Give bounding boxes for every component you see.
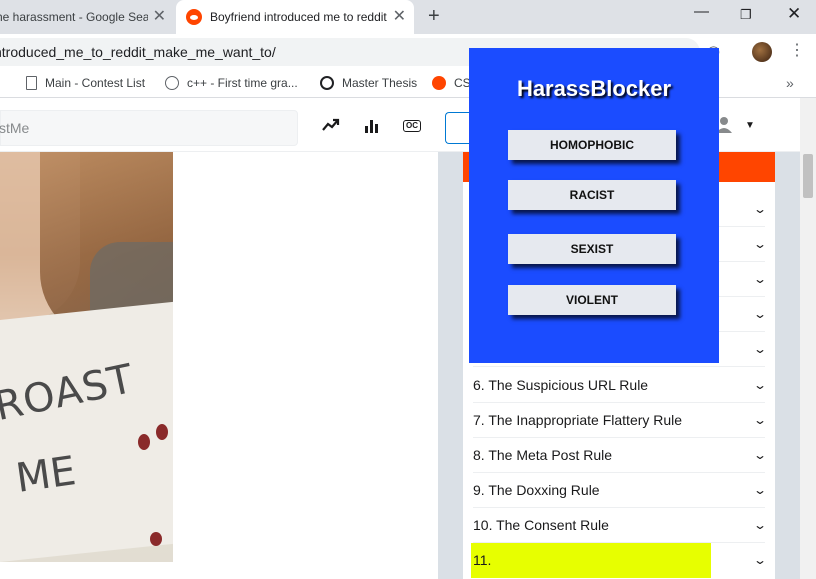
menu-icon[interactable]: ⋮	[789, 43, 805, 59]
chevron-down-icon: ⌄	[752, 342, 768, 356]
rule-item-7[interactable]: 7. The Inappropriate Flattery Rule ⌄	[473, 403, 768, 438]
chevron-down-icon: ⌄	[752, 413, 768, 427]
globe-icon	[165, 76, 179, 90]
minimize-button[interactable]: —	[694, 4, 709, 19]
search-input[interactable]: stMe	[0, 110, 298, 146]
chevron-down-icon: ⌄	[752, 378, 768, 392]
racist-button[interactable]: RACIST	[508, 180, 676, 210]
chevron-down-icon: ⌄	[752, 448, 768, 462]
chevron-down-icon: ⌄	[752, 553, 768, 567]
image-detail	[156, 424, 168, 440]
chevron-down-icon[interactable]: ▼	[745, 120, 755, 131]
close-icon[interactable]: ✕	[393, 9, 406, 25]
chevron-down-icon: ⌄	[752, 483, 768, 497]
tab-google-search[interactable]: he harassment - Google Sear ✕	[0, 0, 172, 34]
homophobic-button[interactable]: HOMOPHOBIC	[508, 130, 676, 160]
page-scrollbar[interactable]	[800, 98, 816, 579]
q-icon	[320, 76, 334, 90]
bookmark-cs[interactable]: CS	[432, 76, 471, 90]
rule-item-8[interactable]: 8. The Meta Post Rule ⌄	[473, 438, 768, 473]
post-card: ROAST ME	[0, 152, 438, 579]
oc-icon[interactable]: OC	[403, 120, 421, 132]
document-icon	[26, 76, 37, 90]
image-detail	[150, 532, 162, 546]
popup-title: HarassBlocker	[516, 76, 672, 101]
violent-button[interactable]: VIOLENT	[508, 285, 676, 315]
tab-strip: he harassment - Google Sear ✕ Boyfriend …	[0, 0, 816, 34]
image-sign	[0, 301, 173, 562]
tab-title: he harassment - Google Sear	[0, 10, 148, 24]
bookmark-label: Master Thesis	[342, 76, 418, 90]
rule-item-11[interactable]: 11. ⌄	[471, 543, 768, 578]
reddit-icon	[186, 9, 202, 25]
tab-reddit-post[interactable]: Boyfriend introduced me to reddit ✕	[176, 0, 414, 34]
rule-item-10[interactable]: 10. The Consent Rule ⌄	[473, 508, 768, 543]
chevron-down-icon: ⌄	[752, 272, 768, 286]
rule-label: 8. The Meta Post Rule	[473, 447, 613, 463]
bookmark-item[interactable]: .	[0, 76, 13, 90]
bookmark-cpp[interactable]: c++ - First time gra...	[165, 76, 298, 90]
image-detail	[138, 434, 150, 450]
bookmark-main-contest-list[interactable]: Main - Contest List	[26, 76, 145, 90]
close-icon[interactable]: ✕	[153, 9, 166, 25]
tab-title: Boyfriend introduced me to reddit	[210, 10, 387, 24]
harassblocker-popup: HarassBlocker HOMOPHOBIC RACIST SEXIST V…	[469, 48, 719, 363]
rule-item-6[interactable]: 6. The Suspicious URL Rule ⌄	[473, 368, 768, 403]
close-window-button[interactable]: ✕	[787, 5, 801, 22]
trending-icon[interactable]	[322, 118, 340, 135]
stats-icon[interactable]	[364, 118, 380, 137]
bookmarks-more-button[interactable]: »	[786, 75, 794, 91]
bookmark-master-thesis[interactable]: Master Thesis	[320, 76, 417, 90]
bookmark-label: Main - Contest List	[45, 76, 146, 90]
url-text: ntroduced_me_to_reddit_make_me_want_to/	[0, 44, 276, 60]
sign-text-line2: ME	[13, 448, 79, 502]
chevron-down-icon: ⌄	[752, 518, 768, 532]
rule-label-highlighted: 11.	[471, 543, 711, 578]
reddit-icon	[432, 76, 446, 90]
profile-avatar[interactable]	[752, 42, 772, 62]
rule-item-9[interactable]: 9. The Doxxing Rule ⌄	[473, 473, 768, 508]
bookmark-label: c++ - First time gra...	[187, 76, 298, 90]
rule-label: 10. The Consent Rule	[473, 517, 609, 533]
rule-label: 7. The Inappropriate Flattery Rule	[473, 412, 683, 428]
chevron-down-icon: ⌄	[752, 237, 768, 251]
chevron-down-icon: ⌄	[752, 307, 768, 321]
search-placeholder: stMe	[0, 120, 30, 136]
chevron-down-icon: ⌄	[752, 202, 768, 216]
maximize-button[interactable]: ❐	[740, 8, 752, 21]
sexist-button[interactable]: SEXIST	[508, 234, 676, 264]
rule-label: 6. The Suspicious URL Rule	[473, 377, 649, 393]
new-tab-button[interactable]: +	[428, 6, 440, 26]
scrollbar-thumb[interactable]	[803, 154, 813, 198]
rule-label: 9. The Doxxing Rule	[473, 482, 600, 498]
post-image[interactable]: ROAST ME	[0, 152, 173, 562]
